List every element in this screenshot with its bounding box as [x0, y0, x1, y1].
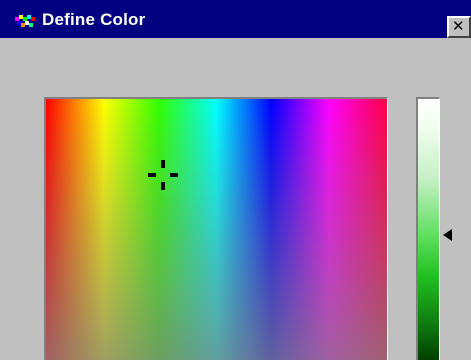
close-button[interactable]: ✕	[447, 16, 471, 38]
close-icon[interactable]: ✕	[452, 18, 465, 35]
luminance-bar[interactable]	[416, 97, 440, 360]
title-bar[interactable]: Define Color ✕	[0, 0, 471, 38]
saturation-overlay	[46, 99, 387, 360]
color-spectrum[interactable]	[44, 97, 388, 360]
luminance-arrow-icon[interactable]	[443, 229, 452, 241]
define-color-app-icon	[15, 15, 35, 27]
window-title: Define Color	[42, 10, 146, 29]
